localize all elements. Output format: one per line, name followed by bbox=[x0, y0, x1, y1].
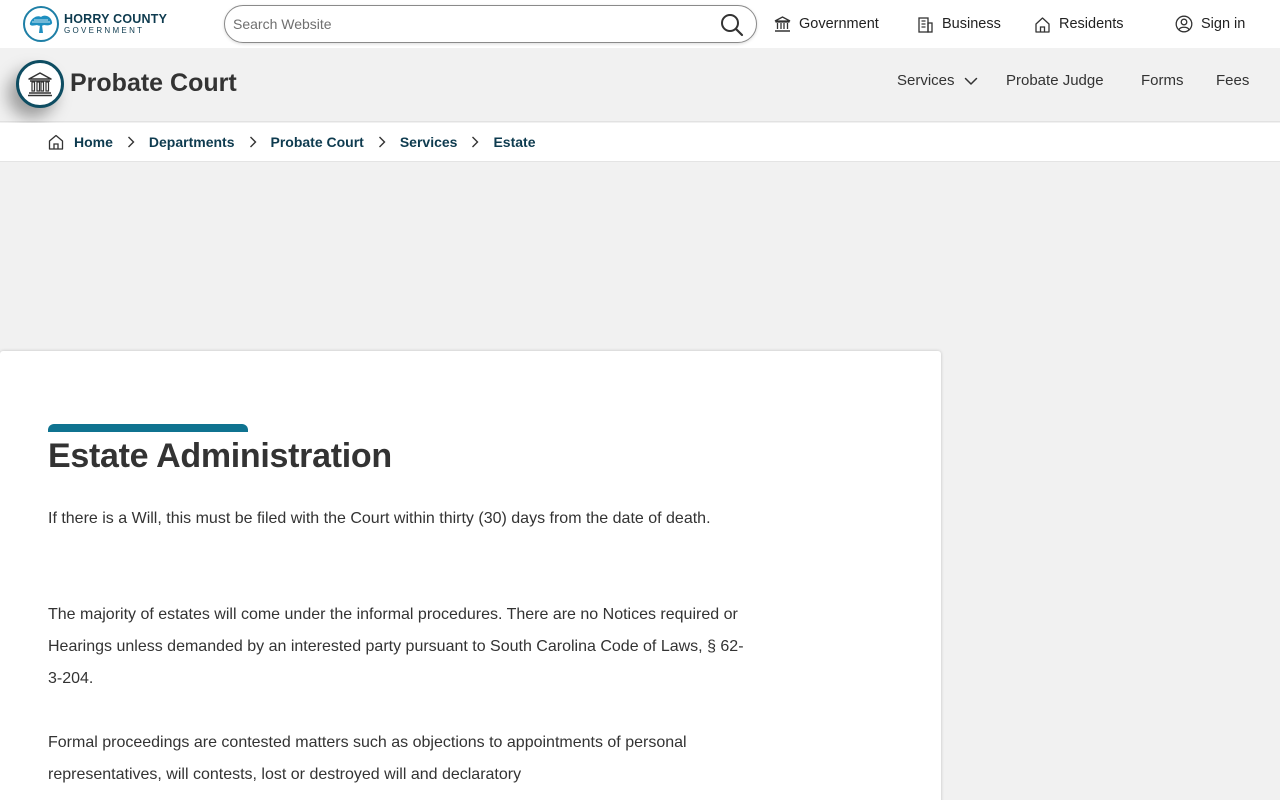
courthouse-icon bbox=[16, 60, 64, 108]
search-box bbox=[224, 5, 757, 43]
user-circle-icon bbox=[1175, 15, 1193, 33]
dept-nav-probate-judge[interactable]: Probate Judge bbox=[1006, 72, 1104, 89]
paragraph-will-filing: If there is a Will, this must be filed w… bbox=[48, 510, 711, 527]
paragraph-informal-procedures: The majority of estates will come under … bbox=[48, 606, 744, 687]
department-title[interactable]: Probate Court bbox=[70, 69, 237, 98]
tree-icon bbox=[23, 6, 59, 42]
government-building-icon bbox=[774, 15, 791, 32]
logo-line2: GOVERNMENT bbox=[64, 26, 145, 36]
department-header: Probate Court Services Probate Judge For… bbox=[0, 48, 1280, 122]
breadcrumb-services[interactable]: Services bbox=[400, 134, 458, 150]
breadcrumb-departments[interactable]: Departments bbox=[149, 134, 235, 150]
search-input[interactable] bbox=[233, 14, 703, 34]
nav-business-label: Business bbox=[942, 16, 1001, 32]
dept-nav-fees[interactable]: Fees bbox=[1216, 72, 1249, 89]
chevron-down-icon bbox=[964, 77, 977, 85]
dept-nav-forms[interactable]: Forms bbox=[1141, 72, 1184, 89]
title-accent-bar bbox=[48, 424, 248, 432]
home-icon bbox=[1035, 16, 1050, 33]
nav-government[interactable]: Government bbox=[774, 0, 879, 48]
horry-county-logo[interactable]: HORRY COUNTY GOVERNMENT bbox=[23, 6, 167, 42]
paragraph-formal-proceedings: Formal proceedings are contested matters… bbox=[48, 734, 687, 783]
top-bar: HORRY COUNTY GOVERNMENT Government bbox=[0, 0, 1280, 48]
nav-residents[interactable]: Residents bbox=[1034, 0, 1123, 48]
search-icon[interactable] bbox=[720, 13, 744, 37]
chevron-right-icon bbox=[471, 136, 479, 148]
logo-text: HORRY COUNTY GOVERNMENT bbox=[64, 13, 167, 36]
page-title: Estate Administration bbox=[48, 437, 392, 475]
breadcrumb-probate-court[interactable]: Probate Court bbox=[271, 134, 364, 150]
nav-signin-label: Sign in bbox=[1201, 16, 1246, 32]
logo-line1: HORRY COUNTY bbox=[64, 11, 168, 26]
breadcrumb-home[interactable]: Home bbox=[74, 134, 113, 150]
dept-nav-services-label: Services bbox=[897, 72, 955, 89]
chevron-right-icon bbox=[127, 136, 135, 148]
content-card: Estate Administration If there is a Will… bbox=[0, 351, 941, 800]
chevron-right-icon bbox=[378, 136, 386, 148]
nav-government-label: Government bbox=[799, 16, 879, 32]
office-building-icon bbox=[918, 16, 933, 33]
breadcrumb-estate[interactable]: Estate bbox=[493, 134, 535, 150]
breadcrumb: Home Departments Probate Court Services … bbox=[0, 123, 1280, 162]
home-icon bbox=[48, 134, 64, 150]
nav-residents-label: Residents bbox=[1059, 16, 1124, 32]
dept-nav-services[interactable]: Services bbox=[897, 72, 978, 89]
nav-signin[interactable]: Sign in bbox=[1175, 0, 1245, 48]
nav-business[interactable]: Business bbox=[917, 0, 1001, 48]
chevron-right-icon bbox=[249, 136, 257, 148]
